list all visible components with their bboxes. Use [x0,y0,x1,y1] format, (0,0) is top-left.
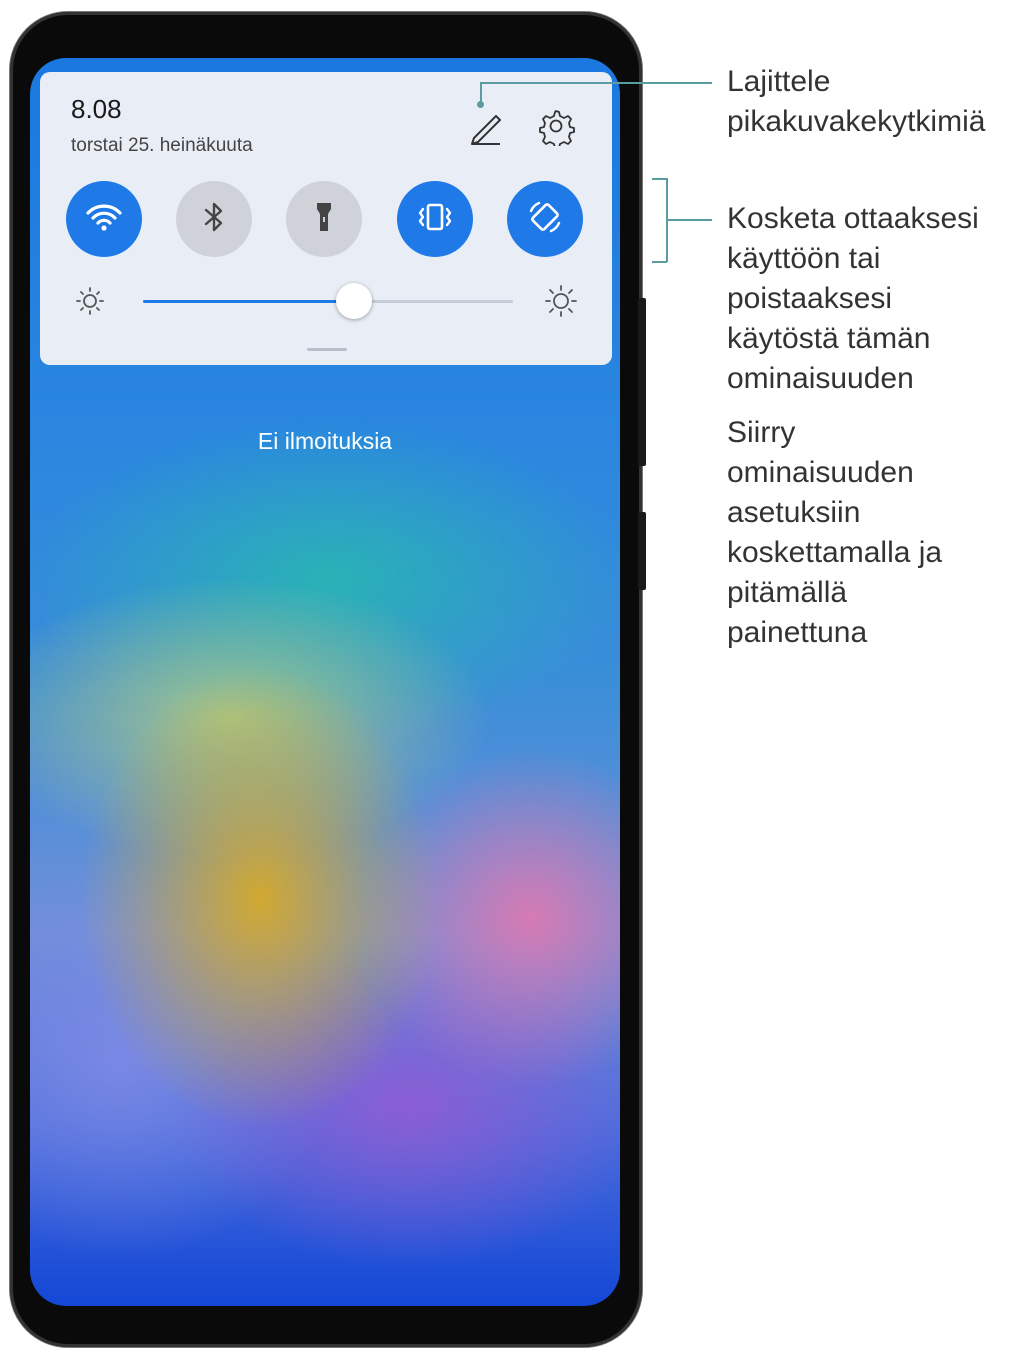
vibrate-icon [415,197,455,242]
long-press-callout: Siirry ominaisuuden asetuksiin koskettam… [727,416,943,649]
no-notifications-label: Ei ilmoituksia [257,428,393,454]
toggle-callout-bracket-top [652,178,667,180]
bluetooth-toggle[interactable] [176,181,252,257]
brightness-low-icon [74,285,106,317]
brightness-high-icon [545,285,577,317]
clock: 8.08 [71,94,122,124]
brightness-thumb[interactable] [335,283,372,319]
edit-icon[interactable] [466,106,506,146]
wifi-toggle[interactable] [66,181,142,257]
panel-drag-handle[interactable] [307,348,347,351]
quick-settings-panel: 8.08 torstai 25. heinäkuuta [40,72,612,365]
power-button [638,512,646,590]
toggle-callout: Kosketa ottaaksesi käyttöön tai poistaak… [727,202,979,395]
brightness-fill [143,300,354,303]
edit-callout-dot [477,101,484,108]
auto-rotate-toggle[interactable] [507,181,583,257]
toggle-callout-line [666,219,712,221]
flashlight-toggle[interactable] [286,181,362,257]
gear-icon[interactable] [536,106,576,149]
date: torstai 25. heinäkuuta [71,135,253,156]
vibrate-toggle[interactable] [397,181,473,257]
toggle-callout-bracket-bottom [652,261,667,263]
volume-button [638,298,646,466]
wifi-icon [84,197,124,242]
flashlight-icon [304,197,344,242]
edit-callout-line [480,82,712,84]
bluetooth-icon [194,197,234,242]
rotate-icon [525,197,565,242]
edit-callout: Lajittele pikakuvakekytkimiä [727,65,986,138]
brightness-slider[interactable] [143,283,513,319]
